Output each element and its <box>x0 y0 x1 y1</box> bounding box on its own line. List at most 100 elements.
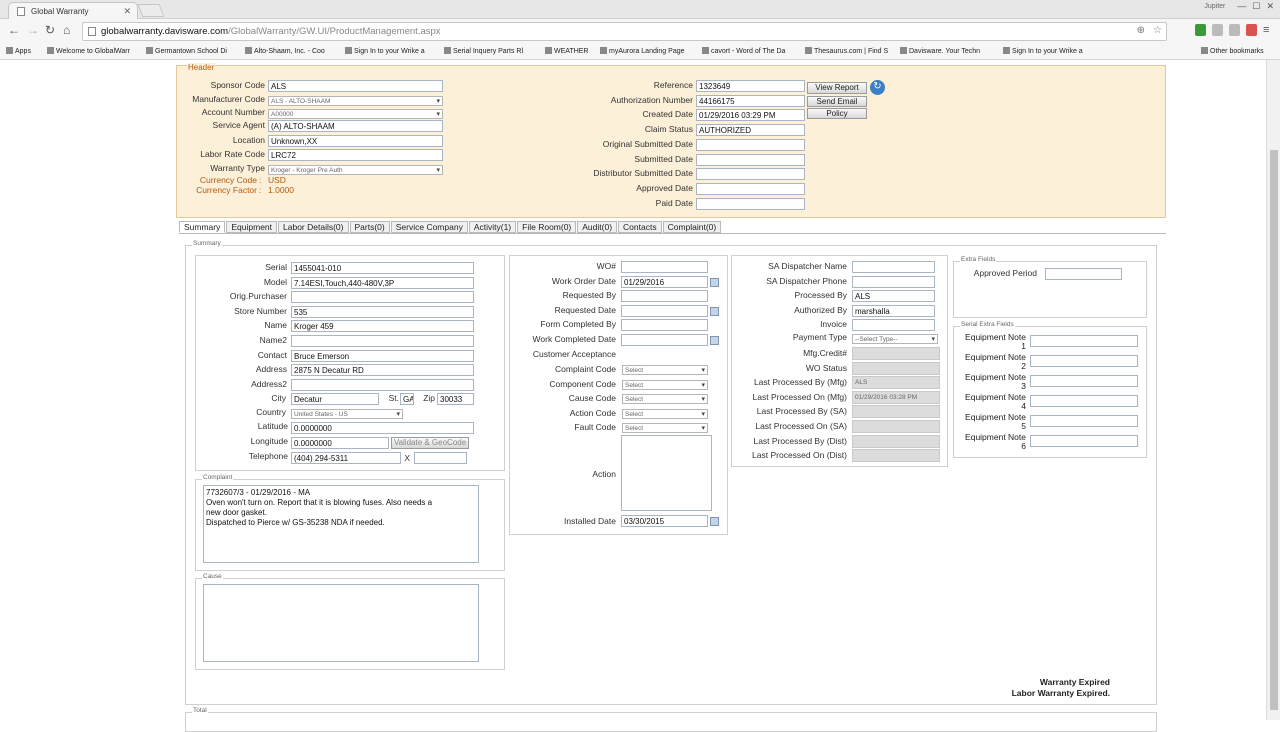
view-report-button[interactable]: View Report <box>807 82 867 94</box>
text-field[interactable]: ALS <box>852 290 935 303</box>
dropdown[interactable]: Select <box>622 394 708 405</box>
dropdown[interactable]: Select <box>622 365 708 375</box>
calendar-icon[interactable] <box>710 517 719 526</box>
page-info-icon[interactable] <box>88 27 96 36</box>
extension-icon[interactable] <box>1195 24 1206 36</box>
browser-tab[interactable]: Global Warranty ✕ <box>8 2 138 19</box>
text-field[interactable]: 44166175 <box>696 94 805 107</box>
text-field[interactable] <box>291 291 474 304</box>
latitude-field[interactable]: 0.0000000 <box>291 422 474 434</box>
tab-labor-details[interactable]: Labor Details(0) <box>278 221 349 233</box>
policy-button[interactable]: Policy <box>807 108 867 119</box>
equipment-note-field[interactable] <box>1030 355 1138 367</box>
tab-service-company[interactable]: Service Company <box>390 221 468 233</box>
text-field[interactable]: 7.14ESI,Touch,440-480V,3P <box>291 276 474 289</box>
dropdown[interactable]: Select <box>622 423 708 434</box>
tab-audit[interactable]: Audit(0) <box>577 221 618 233</box>
extension-icon[interactable] <box>1229 24 1240 36</box>
text-field[interactable]: 01/29/2016 03:29 PM <box>696 109 805 122</box>
text-field[interactable] <box>621 304 708 317</box>
scrollbar[interactable] <box>1266 60 1280 720</box>
text-field[interactable] <box>852 275 935 288</box>
bookmark-item[interactable]: Sign In to your Wrike a <box>345 47 425 55</box>
cause-textarea[interactable] <box>203 584 479 662</box>
text-field[interactable]: 1455041-010 <box>291 262 474 274</box>
complaint-textarea[interactable]: 7732607/3 - 01/29/2016 - MA Oven won't t… <box>203 485 479 563</box>
text-field[interactable]: LRC72 <box>268 149 443 161</box>
text-field[interactable] <box>696 182 805 195</box>
forward-icon[interactable]: → <box>27 23 39 37</box>
other-bookmarks[interactable]: Other bookmarks <box>1201 47 1264 55</box>
maximize-icon[interactable]: ☐ <box>1252 1 1260 12</box>
dropdown[interactable]: Select <box>622 408 708 419</box>
text-field[interactable] <box>696 197 805 210</box>
equipment-note-field[interactable] <box>1030 395 1138 407</box>
text-field[interactable] <box>696 168 805 181</box>
text-field[interactable]: 2875 N Decatur RD <box>291 364 474 377</box>
bookmark-item[interactable]: myAurora Landing Page <box>600 47 685 55</box>
text-field[interactable]: marshalla <box>852 304 935 317</box>
back-icon[interactable]: ← <box>8 23 20 37</box>
bookmark-item[interactable]: Davisware. Your Techn <box>900 47 980 55</box>
payment-type-select[interactable]: --Select Type-- <box>852 334 938 344</box>
scrollbar-thumb[interactable] <box>1270 150 1278 710</box>
warranty-type-select[interactable]: Kroger - Kroger Pre Auth <box>268 165 443 175</box>
text-field[interactable]: 01/29/2016 <box>621 275 708 288</box>
approved-period-field[interactable] <box>1045 268 1122 280</box>
calendar-icon[interactable] <box>710 336 719 345</box>
text-field[interactable] <box>291 335 474 347</box>
extension-field[interactable] <box>414 452 467 464</box>
telephone-field[interactable]: (404) 294-5311 <box>291 452 401 464</box>
text-field[interactable] <box>696 138 805 151</box>
text-field[interactable] <box>621 261 708 273</box>
equipment-note-field[interactable] <box>1030 335 1138 347</box>
tab-contacts[interactable]: Contacts <box>618 221 662 233</box>
bookmark-item[interactable]: Sign In to your Wrike a <box>1003 47 1083 55</box>
equipment-note-field[interactable] <box>1030 375 1138 387</box>
text-field[interactable]: AUTHORIZED <box>696 124 805 137</box>
zoom-icon[interactable]: ⊕ <box>1137 25 1145 36</box>
account-number-select[interactable]: A00000 <box>268 109 443 119</box>
close-window-icon[interactable]: ✕ <box>1266 1 1274 12</box>
refresh-icon[interactable]: ↻ <box>870 80 885 95</box>
bookmark-item[interactable]: Serial Inquery Parts Rl <box>444 47 523 55</box>
zip-field[interactable]: 30033 <box>437 393 474 405</box>
tab-file-room[interactable]: File Room(0) <box>517 221 577 233</box>
text-field[interactable]: Unknown,XX <box>268 135 443 147</box>
text-field[interactable] <box>852 319 935 332</box>
text-field[interactable] <box>621 334 708 346</box>
text-field[interactable]: Bruce Emerson <box>291 349 474 362</box>
apps-bookmark[interactable]: Apps <box>6 47 31 55</box>
longitude-field[interactable]: 0.0000000 <box>291 437 389 449</box>
tab-activity[interactable]: Activity(1) <box>468 221 517 233</box>
bookmark-item[interactable]: Welcome to GlobalWarr <box>47 47 130 55</box>
text-field[interactable]: Kroger 459 <box>291 320 474 333</box>
calendar-icon[interactable] <box>710 277 719 287</box>
tab-parts[interactable]: Parts(0) <box>349 221 390 233</box>
equipment-note-field[interactable] <box>1030 415 1138 427</box>
country-select[interactable]: United States - US <box>291 409 403 419</box>
action-textarea[interactable] <box>621 435 712 511</box>
state-field[interactable]: GA <box>400 393 414 405</box>
text-field[interactable]: (A) ALTO-SHAAM <box>268 120 443 132</box>
text-field[interactable] <box>621 319 708 332</box>
equipment-note-field[interactable] <box>1030 435 1138 447</box>
city-field[interactable]: Decatur <box>291 393 379 405</box>
reload-icon[interactable]: ↻ <box>45 23 55 37</box>
validate-geocode-button[interactable]: Validate & GeoCode <box>391 437 469 449</box>
tab-equipment[interactable]: Equipment <box>226 221 278 233</box>
text-field[interactable] <box>621 290 708 303</box>
bookmark-item[interactable]: WEATHER <box>545 47 588 55</box>
extension-icon[interactable] <box>1246 24 1257 36</box>
text-field[interactable] <box>852 261 935 273</box>
manufacturer-code-select[interactable]: ALS - ALTO-SHAAM <box>268 96 443 106</box>
bookmark-item[interactable]: Thesaurus.com | Find S <box>805 47 888 55</box>
installed-date-field[interactable]: 03/30/2015 <box>621 515 708 527</box>
profile-name[interactable]: Jupiter <box>1204 3 1225 12</box>
bookmark-item[interactable]: Germantown School Di <box>146 47 227 55</box>
bookmark-star-icon[interactable]: ☆ <box>1153 25 1162 36</box>
menu-icon[interactable]: ≡ <box>1263 24 1274 36</box>
bookmark-item[interactable]: Alto-Shaam, Inc. - Coo <box>245 47 325 55</box>
tab-complaint[interactable]: Complaint(0) <box>662 221 722 233</box>
text-field[interactable] <box>696 153 805 166</box>
